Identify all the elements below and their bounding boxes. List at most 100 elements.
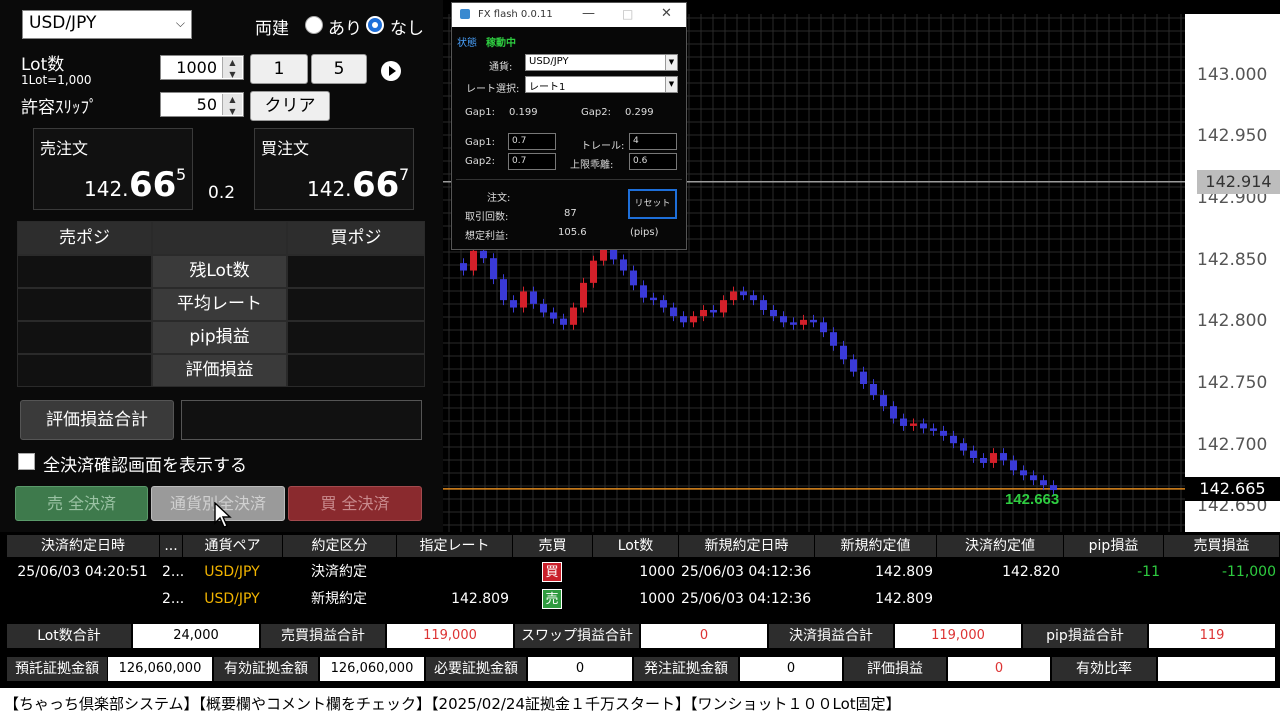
trade-pl-label: 売買損益合計 <box>261 624 385 648</box>
table-header[interactable]: 新規約定値 <box>815 535 937 557</box>
currency-pair-select[interactable]: USD/JPY ⌵ <box>22 10 192 39</box>
trail-input[interactable]: 4 <box>629 133 677 150</box>
ryodate-nashi-radio[interactable] <box>366 16 384 34</box>
popup-divider <box>456 179 682 180</box>
candle-body <box>670 307 677 317</box>
candle-body <box>1010 460 1017 471</box>
eval-total-button: 評価損益合計 <box>20 400 174 440</box>
last-price-marker: 142.665 <box>1185 476 1280 501</box>
slip-label: 許容ｽﾘｯﾌﾟ <box>21 98 98 118</box>
sell-order-box[interactable]: 売注文 142. 66 5 <box>33 128 193 210</box>
clear-button[interactable]: クリア <box>250 91 330 121</box>
gap2-label: Gap2: <box>581 107 611 118</box>
limit-input-value: 0.6 <box>633 156 648 166</box>
candle-body <box>690 316 697 323</box>
play-icon[interactable] <box>381 61 401 81</box>
table-cell: -11,000 <box>1221 564 1276 580</box>
lot-5-button[interactable]: 5 <box>311 54 367 84</box>
table-header[interactable]: 約定区分 <box>283 535 397 557</box>
candle-body <box>540 303 547 313</box>
gap2-value: 0.299 <box>625 107 654 118</box>
spinner-arrows-icon[interactable]: ▲ ▼ <box>222 57 242 79</box>
lot-value: 1000 <box>176 58 217 77</box>
buy-order-box[interactable]: 買注文 142. 66 7 <box>254 128 414 210</box>
table-cell: 決済約定 <box>311 564 367 580</box>
buy-order-label: 買注文 <box>261 139 310 158</box>
spinner-arrows-icon[interactable]: ▲ ▼ <box>222 94 242 116</box>
table-cell: 25/06/03 04:20:51 <box>17 564 148 580</box>
reset-button[interactable]: リセット <box>628 189 677 219</box>
table-cell: 2... <box>162 591 185 607</box>
buy-pos-cell <box>287 255 425 288</box>
candle-body <box>490 258 497 280</box>
table-header[interactable]: ... <box>160 535 183 557</box>
sell-all-button[interactable]: 売 全決済 <box>15 486 148 521</box>
current-price-marker: 142.914 <box>1197 169 1280 194</box>
candle-body <box>950 435 957 444</box>
pips-label: (pips) <box>630 227 659 238</box>
gap1-input[interactable]: 0.7 <box>508 133 556 150</box>
sell-pos-header: 売ポジ <box>17 221 152 255</box>
candle-body <box>820 322 827 333</box>
candle-body <box>500 279 507 301</box>
table-header[interactable]: 決済約定日時 <box>7 535 160 557</box>
fx-flash-window[interactable]: FX flash 0.0.11 — □ ✕ 状態 稼動中 通貨: USD/JPY… <box>451 2 687 250</box>
table-header[interactable]: 売買損益 <box>1164 535 1280 557</box>
candle-body <box>990 453 997 463</box>
popup-titlebar[interactable]: FX flash 0.0.11 — □ ✕ <box>452 3 686 27</box>
profit-label: 想定利益: <box>465 231 509 242</box>
table-header[interactable]: 決済約定値 <box>937 535 1064 557</box>
row-label: pip損益 <box>152 321 287 354</box>
lot-1-button[interactable]: 1 <box>250 54 308 84</box>
table-header[interactable]: 指定レート <box>397 535 513 557</box>
table-header[interactable]: 通貨ペア <box>183 535 283 557</box>
table-row[interactable]: 25/06/03 04:20:51 2... USD/JPY 決済約定 買 1000 25/… <box>7 559 1280 585</box>
valid-margin-value: 126,060,000 <box>320 657 424 681</box>
maximize-icon[interactable]: □ <box>622 7 633 21</box>
deposit-value: 126,060,000 <box>108 657 212 681</box>
settle-value: 119,000 <box>895 624 1021 648</box>
slip-spinner[interactable]: 50 ▲ ▼ <box>160 92 244 117</box>
price-axis: 143.000 142.950 142.900 142.850 142.800 142.7… <box>1185 14 1280 532</box>
popup-currency-select[interactable]: USD/JPY ▼ <box>525 54 678 71</box>
table-header[interactable]: Lot数 <box>593 535 679 557</box>
candle-body <box>680 316 687 323</box>
candle-body <box>660 300 667 308</box>
mouse-cursor-icon <box>214 502 232 528</box>
table-header[interactable]: pip損益 <box>1064 535 1164 557</box>
axis-tick-label: 143.000 <box>1197 64 1268 85</box>
axis-tick-label: 142.750 <box>1197 373 1268 393</box>
limit-input[interactable]: 0.6 <box>629 153 677 170</box>
table-cell: 25/06/03 04:12:36 <box>681 591 812 607</box>
candle-body <box>740 291 747 296</box>
table-row[interactable]: 2... USD/JPY 新規約定 142.809 売 1000 25/06/03 04:1… <box>7 586 1280 612</box>
candle-body <box>700 310 707 317</box>
order-panel: USD/JPY ⌵ 両建 あり なし Lot数 1Lot=1,000 1000 … <box>0 0 443 532</box>
candle-body <box>520 291 527 308</box>
lot-5-label: 5 <box>333 59 345 79</box>
gap1-input-label: Gap1: <box>465 137 495 148</box>
table-cell: USD/JPY <box>204 591 260 607</box>
row-label: 残Lot数 <box>152 255 287 288</box>
sell-pos-cell <box>17 255 152 288</box>
gap2-input[interactable]: 0.7 <box>508 153 556 170</box>
close-icon[interactable]: ✕ <box>661 6 672 21</box>
candle-body <box>790 322 797 325</box>
side-badge: 売 <box>542 589 562 609</box>
buy-all-button[interactable]: 買 全決済 <box>288 486 422 521</box>
table-header[interactable]: 売買 <box>513 535 593 557</box>
ryodate-nashi-label: なし <box>390 19 424 39</box>
candle-body <box>710 310 717 313</box>
confirm-checkbox[interactable] <box>18 453 35 470</box>
trades-value: 87 <box>564 208 577 219</box>
candle-body <box>860 371 867 384</box>
gap2-input-label: Gap2: <box>465 156 495 167</box>
minimize-icon[interactable]: — <box>582 6 595 21</box>
popup-rate-select[interactable]: レート1 ▼ <box>525 76 678 93</box>
lot-spinner[interactable]: 1000 ▲ ▼ <box>160 55 244 80</box>
summary-row-2: 預託証拠金額 126,060,000 有効証拠金額 126,060,000 必要… <box>0 654 1280 684</box>
buy-pos-cell <box>287 354 425 387</box>
buy-price-sup: 7 <box>399 165 410 184</box>
table-header[interactable]: 新規約定日時 <box>679 535 815 557</box>
ryodate-ari-radio[interactable] <box>305 16 323 34</box>
